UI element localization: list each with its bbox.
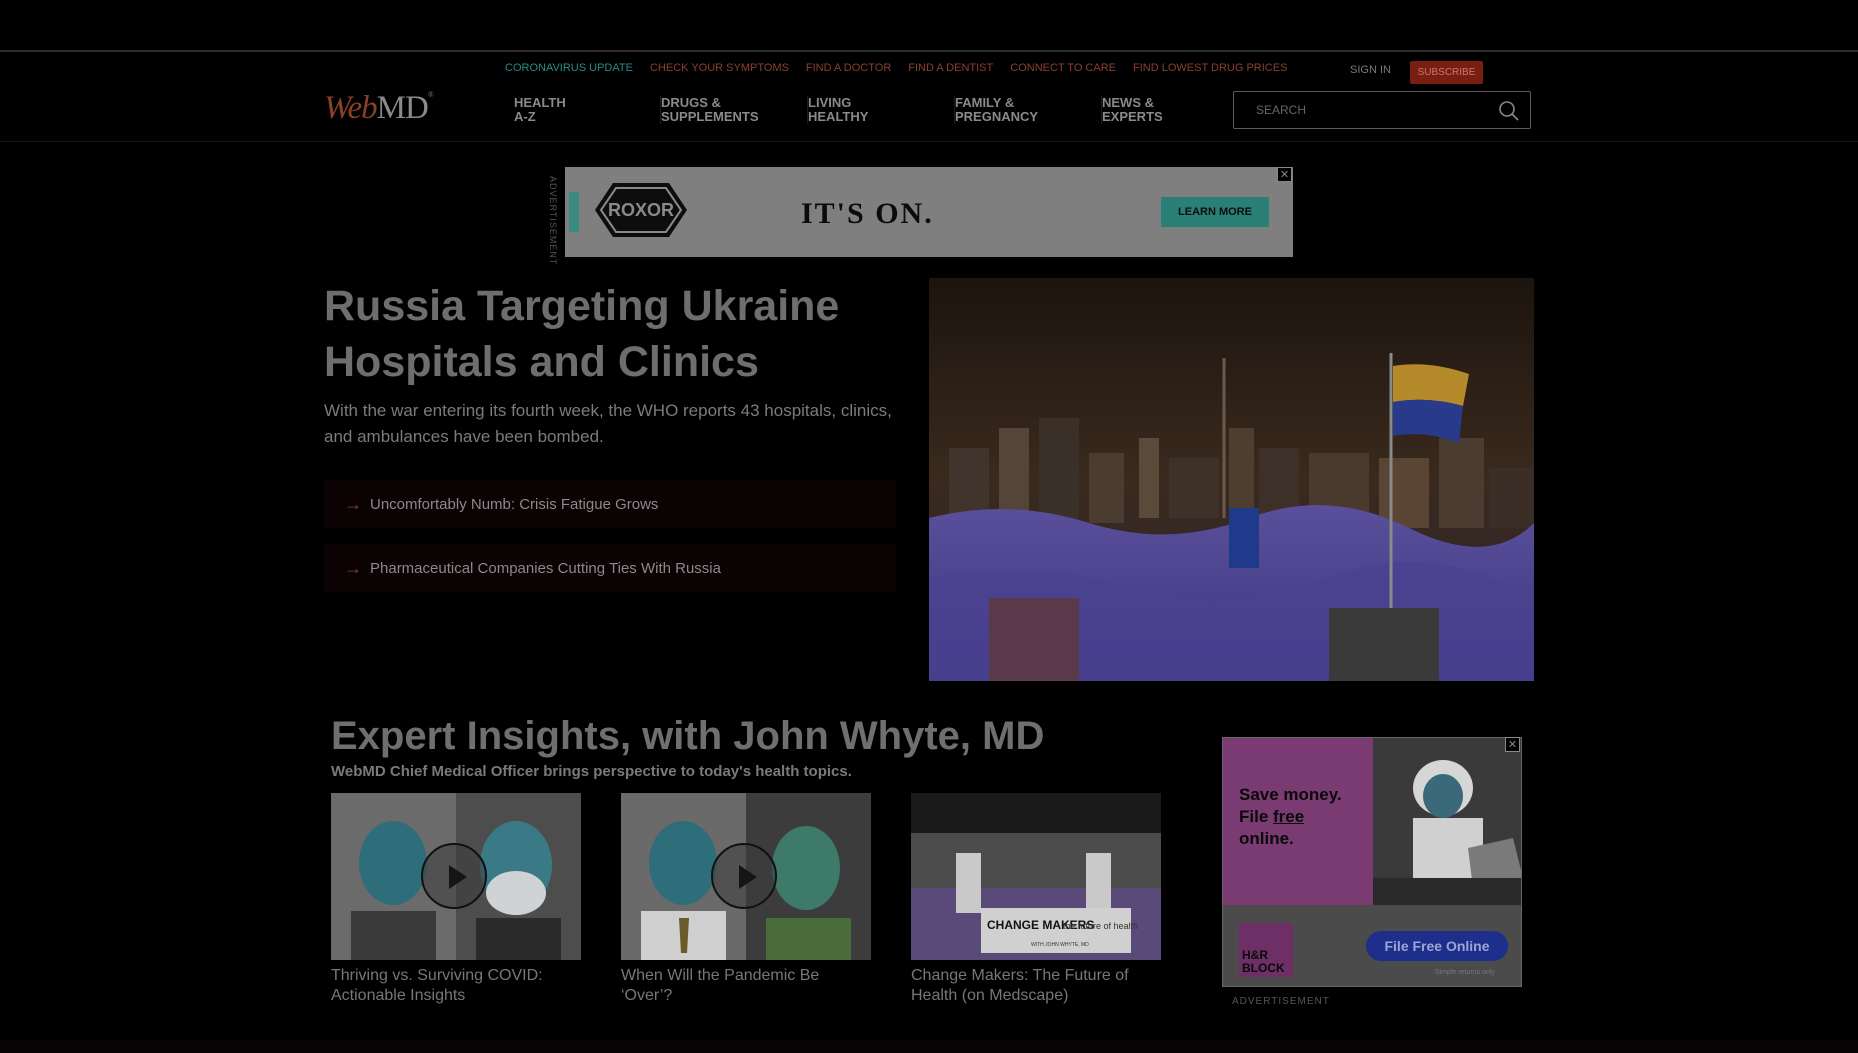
video-caption[interactable]: Thriving vs. Surviving COVID: Actionable… [331,966,581,1006]
ad-copy-free: free [1273,807,1305,826]
logo-web: Web [324,90,378,126]
search-box [1233,91,1531,129]
ad-copy-line3: online. [1239,829,1294,848]
roxor-text: ROXOR [608,200,674,220]
video-caption[interactable]: When Will the Pandemic Be ‘Over’? [621,966,871,1006]
nav-living-l2: HEALTHY [808,109,869,124]
ad-fine-print: Simple returns only [1435,969,1495,976]
nav-family-pregnancy[interactable]: FAMILY & PREGNANCY [954,96,1101,124]
with-whyte-text: WITH JOHN WHYTE, MD [1031,942,1089,948]
nav-drugs-supplements[interactable]: DRUGS & SUPPLEMENTS [660,96,807,124]
hero-link-text: Pharmaceutical Companies Cutting Ties Wi… [370,559,721,577]
nav-drugs-l2: SUPPLEMENTS [661,109,759,124]
utility-nav: CORONAVIRUS UPDATE CHECK YOUR SYMPTOMS F… [505,62,1287,74]
hr-block-logo: H&R BLOCK [1239,923,1293,977]
nav-health-az-l2: A-Z [514,109,536,124]
video-thumbnail[interactable]: CHANGE MAKERS the future of health WITH … [911,793,1161,960]
learn-more-button[interactable]: LEARN MORE [1161,197,1269,227]
header-divider [0,141,1858,142]
util-link-doctor[interactable]: FIND A DOCTOR [806,62,891,74]
logo-reg: ® [427,90,434,99]
hero-image[interactable] [929,278,1534,681]
nav-family-l2: PREGNANCY [955,109,1039,124]
play-icon[interactable] [711,843,777,909]
nav-drugs-l1: DRUGS & [661,95,721,110]
top-ad-banner[interactable]: ROXOR IT'S ON. LEARN MORE [565,167,1293,257]
section-subtitle: WebMD Chief Medical Officer brings persp… [331,763,852,780]
video-card[interactable]: When Will the Pandemic Be ‘Over’? [621,793,871,1006]
webmd-logo[interactable]: WebMD® [324,90,434,127]
ad-label: ADVERTISEMENT [548,176,558,266]
nav-health-az-l1: HEALTH [514,95,566,110]
video-thumbnail[interactable] [621,793,871,960]
bottom-strip [0,1040,1858,1053]
ad-copy-file: File [1239,807,1274,826]
util-link-connect[interactable]: CONNECT TO CARE [1010,62,1116,74]
ad-headline: IT'S ON. [801,197,934,230]
nav-news-l2: EXPERTS [1102,109,1163,124]
roxor-badge-icon: ROXOR [595,183,687,237]
logo-md: MD [376,90,429,126]
hero-title[interactable]: Russia Targeting Ukraine Hospitals and C… [324,278,884,390]
util-link-coronavirus[interactable]: CORONAVIRUS UPDATE [505,62,633,74]
close-icon[interactable]: ✕ [1277,167,1292,182]
ad-copy-line1: Save money. [1239,785,1342,804]
ad-copy-line2: File free [1239,806,1342,828]
ad-copy: Save money. File free online. [1239,784,1342,850]
nav-news-l1: NEWS & [1102,95,1154,110]
video-card[interactable]: Thriving vs. Surviving COVID: Actionable… [331,793,581,1006]
video-card[interactable]: CHANGE MAKERS the future of health WITH … [911,793,1161,1006]
search-input[interactable] [1254,102,1478,118]
ad-photo [1373,738,1521,905]
sign-in-link[interactable]: SIGN IN [1350,64,1391,76]
subscribe-button[interactable]: SUBSCRIBE [1410,61,1483,84]
ad-label: ADVERTISEMENT [1232,996,1330,1007]
nav-news-experts[interactable]: NEWS & EXPERTS [1101,96,1248,124]
hero-related-link[interactable]: → Uncomfortably Numb: Crisis Fatigue Gro… [324,480,896,528]
nav-health-az[interactable]: HEALTH A-Z [514,96,660,124]
nav-family-l1: FAMILY & [955,95,1015,110]
hero-related-link[interactable]: → Pharmaceutical Companies Cutting Ties … [324,544,896,592]
top-divider [0,50,1858,52]
arrow-right-icon: → [344,493,362,514]
util-link-symptoms[interactable]: CHECK YOUR SYMPTOMS [650,62,789,74]
close-icon[interactable]: ✕ [1505,737,1520,752]
nav-living-l1: LIVING [808,95,852,110]
section-title[interactable]: Expert Insights, with John Whyte, MD [331,714,1044,759]
util-link-dentist[interactable]: FIND A DENTIST [908,62,993,74]
ad-side-tag [569,192,579,232]
video-caption[interactable]: Change Makers: The Future of Health (on … [911,966,1161,1006]
play-icon[interactable] [421,843,487,909]
side-ad[interactable]: Save money. File free online. H&R BLOCK … [1222,737,1522,987]
file-free-online-button[interactable]: File Free Online [1366,931,1508,961]
search-icon[interactable] [1498,100,1520,122]
arrow-right-icon: → [344,557,362,578]
future-health-text: the future of health [1063,921,1138,931]
video-thumbnail[interactable] [331,793,581,960]
hero-subtitle: With the war entering its fourth week, t… [324,401,892,446]
main-nav: HEALTH A-Z DRUGS & SUPPLEMENTS LIVING HEALT… [514,96,1248,124]
hero-link-text: Uncomfortably Numb: Crisis Fatigue Grows [370,495,659,513]
util-link-drug-prices[interactable]: FIND LOWEST DRUG PRICES [1133,62,1287,74]
nav-living-healthy[interactable]: LIVING HEALTHY [807,96,954,124]
